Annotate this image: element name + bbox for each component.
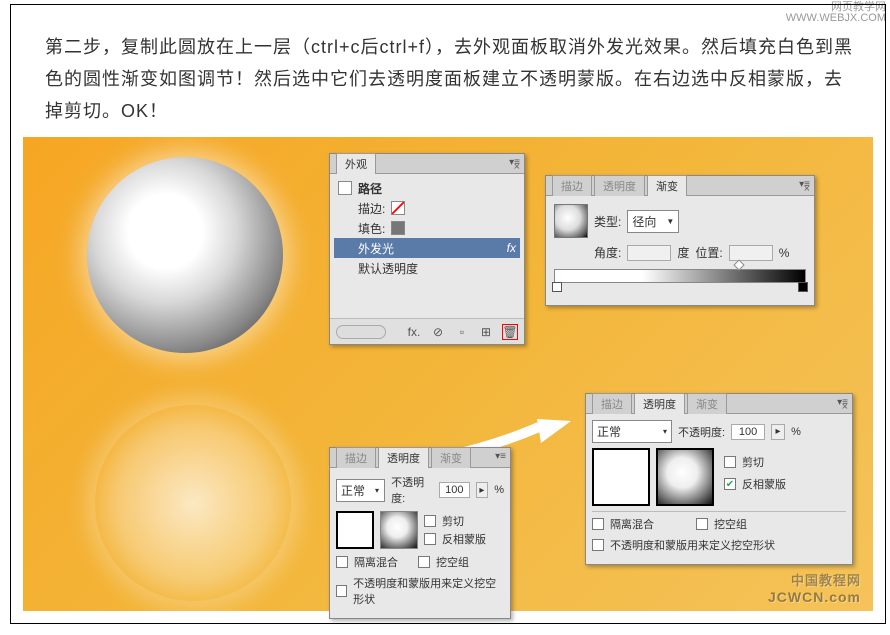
label-knockout: 挖空组 — [436, 554, 469, 570]
none-swatch-icon — [391, 201, 405, 215]
tab-stroke[interactable]: 描边 — [592, 393, 632, 414]
checkbox-define-knockout[interactable] — [592, 539, 604, 551]
panel-menu-icon[interactable]: ▾≡ — [495, 451, 506, 462]
gradient-sphere-light — [95, 405, 291, 601]
panel-menu-icon[interactable]: ▾≡ — [509, 157, 520, 168]
checkbox-isolate[interactable] — [592, 518, 604, 530]
appearance-row-default[interactable]: 默认透明度 — [334, 258, 520, 278]
checkbox-invert[interactable] — [424, 533, 436, 545]
checkbox-clip[interactable] — [424, 515, 436, 527]
checkbox-knockout[interactable] — [696, 518, 708, 530]
new-fill-button[interactable]: ▫ — [454, 324, 470, 340]
checkbox-define-knockout[interactable] — [336, 585, 347, 597]
clear-button[interactable]: ⊘ — [430, 324, 446, 340]
appearance-row-stroke[interactable]: 描边: — [334, 198, 520, 218]
label-opacity: 不透明度: — [391, 474, 433, 506]
opacity-input[interactable]: 100 — [731, 424, 765, 440]
label-percent: % — [779, 246, 790, 260]
tab-gradient[interactable]: 渐变 — [431, 447, 471, 468]
fx-icon: fx — [507, 241, 516, 255]
label-opacity: 不透明度: — [678, 424, 725, 440]
gradient-midpoint[interactable] — [733, 259, 744, 270]
opacity-input[interactable]: 100 — [439, 482, 469, 498]
panel-menu-icon[interactable]: ▾≡ — [799, 179, 810, 190]
label-isolate: 隔离混合 — [610, 516, 654, 532]
chevron-down-icon: ▼ — [666, 217, 674, 226]
label-define-knockout: 不透明度和蒙版用来定义挖空形状 — [610, 537, 775, 553]
tab-gradient[interactable]: 渐变 — [687, 393, 727, 414]
opacity-stepper[interactable]: ▸ — [476, 482, 489, 498]
label-outer-glow: 外发光 — [358, 240, 394, 257]
label-degree: 度 — [677, 244, 689, 261]
panel-menu-icon[interactable]: ▾≡ — [837, 397, 848, 408]
label-default-trans: 默认透明度 — [358, 260, 418, 277]
gradient-stop-black[interactable] — [798, 282, 808, 292]
canvas-area: 外观 × ▾≡ 路径 描边: 填色: — [23, 137, 873, 611]
gradient-preview-swatch[interactable] — [554, 204, 588, 238]
object-thumbnail[interactable] — [336, 511, 374, 549]
fill-swatch-icon — [391, 221, 405, 235]
tab-transparency[interactable]: 透明度 — [594, 175, 645, 196]
gradient-stop-white[interactable] — [552, 282, 562, 292]
page-container: 第二步，复制此圆放在上一层（ctrl+c后ctrl+f），去外观面板取消外发光效… — [10, 4, 886, 624]
delete-button[interactable]: 🗑 — [502, 324, 518, 340]
label-define-knockout: 不透明度和蒙版用来定义挖空形状 — [353, 575, 504, 607]
checkbox-clip[interactable] — [724, 456, 736, 468]
label-type: 类型: — [594, 213, 621, 230]
duplicate-button[interactable]: ⊞ — [478, 324, 494, 340]
label-clip: 剪切 — [742, 454, 764, 470]
watermark-bottom: 中国教程网 JCWCN.com — [768, 570, 861, 605]
tab-transparency[interactable]: 透明度 — [634, 393, 685, 414]
checkbox-isolate[interactable] — [336, 556, 348, 568]
fx-button[interactable]: fx. — [406, 324, 422, 340]
opacity-stepper[interactable]: ▸ — [771, 424, 785, 440]
label-invert: 反相蒙版 — [442, 531, 486, 547]
label-angle: 角度: — [594, 244, 621, 261]
tab-stroke[interactable]: 描边 — [552, 175, 592, 196]
checkbox-knockout[interactable] — [418, 556, 430, 568]
tab-gradient[interactable]: 渐变 — [647, 175, 687, 196]
checkbox-invert[interactable]: ✔ — [724, 478, 736, 490]
appearance-toolbar: fx. ⊘ ▫ ⊞ 🗑 — [330, 318, 524, 344]
appearance-row-path[interactable]: 路径 — [334, 178, 520, 198]
gradient-panel: 描边 透明度 渐变 × ▾≡ 类型: 径向 ▼ 角度: 度 — [545, 175, 815, 306]
path-swatch-icon — [338, 181, 352, 195]
label-isolate: 隔离混合 — [354, 554, 398, 570]
label-stroke: 描边: — [358, 200, 385, 217]
label-fill: 填色: — [358, 220, 385, 237]
object-thumbnail[interactable] — [592, 448, 650, 506]
appearance-panel: 外观 × ▾≡ 路径 描边: 填色: — [329, 153, 525, 345]
appearance-row-fill[interactable]: 填色: — [334, 218, 520, 238]
position-input[interactable] — [729, 245, 773, 261]
appearance-row-glow[interactable]: 外发光 fx — [334, 238, 520, 258]
gradient-type-dropdown[interactable]: 径向 ▼ — [627, 210, 679, 233]
label-knockout: 挖空组 — [714, 516, 747, 532]
mask-thumbnail[interactable] — [380, 511, 418, 549]
gradient-ramp[interactable] — [554, 269, 806, 283]
transparency-panel-small: 描边 透明度 渐变 ▾≡ 正常▾ 不透明度: 100 ▸ % — [329, 447, 511, 619]
blend-mode-dropdown[interactable]: 正常▾ — [592, 420, 672, 443]
transparency-panel-large: 描边 透明度 渐变 × ▾≡ 正常▾ 不透明度: 100 ▸ % — [585, 393, 853, 565]
tab-transparency[interactable]: 透明度 — [378, 447, 429, 468]
label-invert: 反相蒙版 — [742, 476, 786, 492]
angle-input[interactable] — [627, 245, 671, 261]
tab-stroke[interactable]: 描边 — [336, 447, 376, 468]
toggle-pill[interactable] — [336, 325, 386, 339]
tab-appearance[interactable]: 外观 — [336, 153, 376, 174]
gradient-sphere-dark — [87, 157, 283, 353]
label-position: 位置: — [695, 244, 722, 261]
label-path: 路径 — [358, 180, 382, 197]
mask-thumbnail[interactable] — [656, 448, 714, 506]
instructions-text: 第二步，复制此圆放在上一层（ctrl+c后ctrl+f），去外观面板取消外发光效… — [11, 5, 885, 141]
blend-mode-dropdown[interactable]: 正常▾ — [336, 479, 385, 502]
label-clip: 剪切 — [442, 513, 464, 529]
